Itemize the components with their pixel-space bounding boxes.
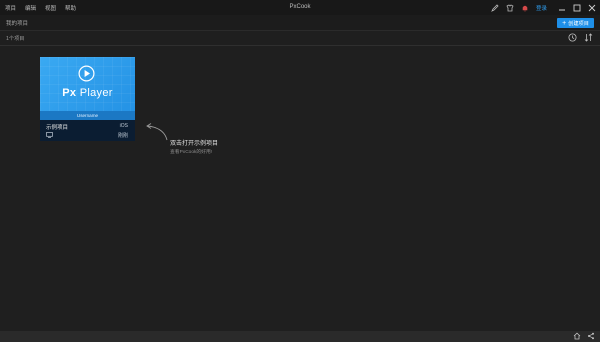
menu-item-project[interactable]: 项目 — [5, 4, 16, 12]
create-project-label: 创建项目 — [568, 20, 589, 27]
menu-item-view[interactable]: 视图 — [45, 4, 56, 12]
monitor-icon — [46, 132, 53, 138]
clock-icon[interactable] — [568, 33, 577, 44]
hint-subtitle: 查看PxCook的好用! — [170, 150, 213, 155]
project-card[interactable]: Px Player Username 示例项目 iOS 刚刚 — [40, 57, 135, 141]
toolbar-icons — [568, 33, 593, 44]
sort-icon[interactable] — [584, 33, 593, 44]
project-toolbar: 1个项目 — [0, 31, 600, 46]
plus-icon: + — [562, 19, 567, 27]
create-project-button[interactable]: + 创建项目 — [557, 18, 594, 28]
project-count: 1个项目 — [6, 36, 25, 42]
share-icon[interactable] — [587, 332, 595, 342]
minimize-icon[interactable] — [557, 3, 566, 12]
maximize-icon[interactable] — [572, 3, 581, 12]
close-icon[interactable] — [587, 3, 596, 12]
home-icon[interactable] — [573, 332, 581, 342]
project-name: 示例项目 — [46, 125, 69, 131]
title-bar: 项目 编辑 视图 帮助 PxCook 登录 — [0, 0, 600, 15]
pen-icon[interactable] — [491, 3, 500, 12]
shirt-icon[interactable] — [506, 3, 515, 12]
header-bar: 我的项目 + 创建项目 — [0, 15, 600, 31]
hint-title: 双击打开示例项目 — [170, 141, 219, 147]
project-thumbnail[interactable]: Px Player Username — [40, 57, 135, 120]
bell-icon[interactable] — [521, 3, 530, 12]
titlebar-actions: 登录 — [491, 0, 596, 15]
menu-bar: 项目 编辑 视图 帮助 — [0, 4, 76, 12]
thumbnail-caption: Username — [40, 111, 135, 120]
status-icons — [573, 332, 595, 342]
status-bar — [0, 331, 600, 342]
play-icon — [78, 65, 95, 82]
thumbnail-brand: Px Player — [40, 87, 135, 99]
menu-item-edit[interactable]: 编辑 — [25, 4, 36, 12]
project-time: 刚刚 — [117, 133, 128, 139]
project-platform: iOS — [119, 123, 128, 129]
menu-item-help[interactable]: 帮助 — [65, 4, 76, 12]
brand-px: Px — [62, 87, 77, 99]
login-link[interactable]: 登录 — [536, 4, 547, 12]
breadcrumb[interactable]: 我的项目 — [6, 19, 28, 27]
brand-player: Player — [79, 87, 113, 99]
